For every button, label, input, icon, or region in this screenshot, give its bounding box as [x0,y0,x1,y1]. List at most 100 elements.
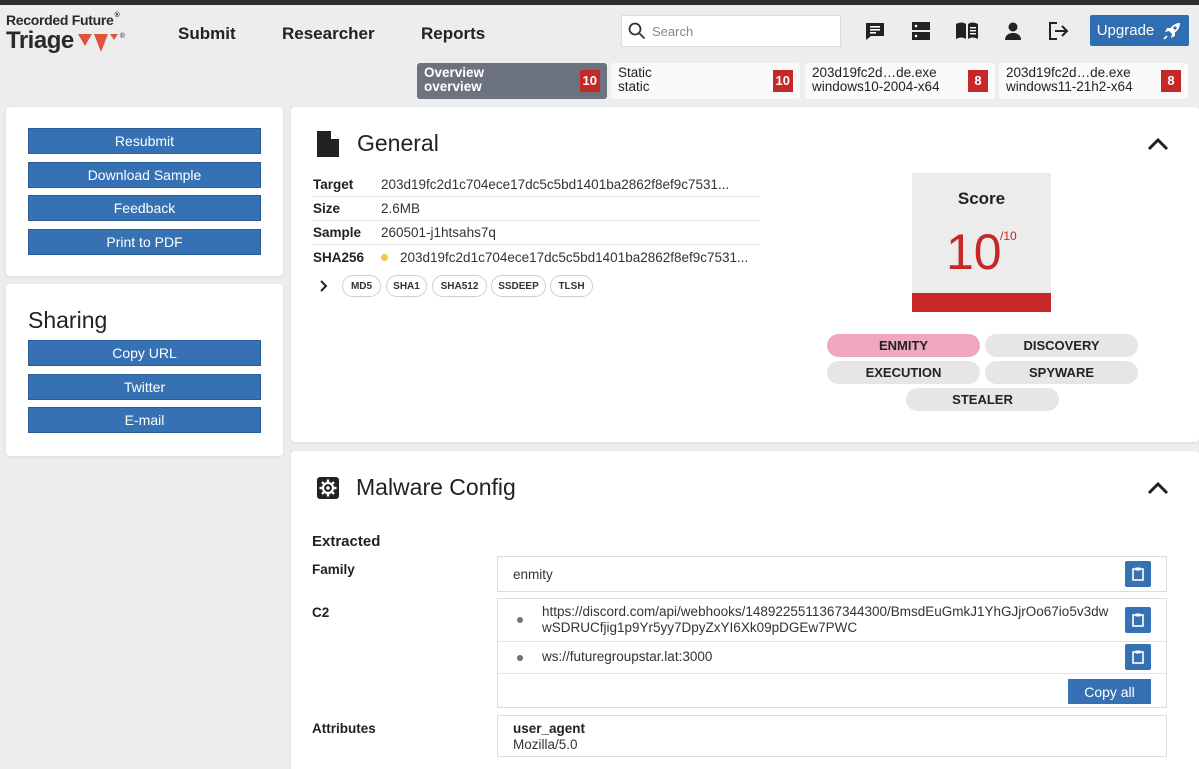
copy-c2-1-button[interactable] [1125,607,1151,633]
score-label: Score [957,189,1006,208]
file-icon [317,130,339,157]
tag-spyware[interactable]: SPYWARE [985,361,1138,384]
score-bar [912,293,1051,312]
search-icon [628,22,646,40]
family-value[interactable]: enmity [513,567,553,583]
attribute-key: user_agent [513,721,586,736]
info-key: Target [313,177,354,192]
copy-url-button[interactable]: Copy URL [28,340,261,366]
nav-submit[interactable]: Submit [178,24,236,44]
c2-label: C2 [312,605,330,620]
rocket-icon [1163,22,1181,40]
tag-stealer[interactable]: STEALER [906,388,1059,411]
feedback-button[interactable]: Feedback [28,195,261,221]
family-label: Family [312,562,355,577]
info-key: SHA256 [313,249,365,265]
info-key: Size [313,201,341,216]
actions-panel: Resubmit Download Sample Feedback Print … [6,107,283,276]
search-input[interactable] [652,23,832,39]
copy-all-button[interactable]: Copy all [1068,679,1151,704]
c2-value-1[interactable]: https://discord.com/api/webhooks/1489225… [542,604,1110,636]
attributes-box: user_agent Mozilla/5.0 [497,715,1167,757]
download-sample-button[interactable]: Download Sample [28,162,261,188]
malware-config-header: Malware Config [316,474,516,501]
general-header: General [317,130,439,157]
tab-subtitle: overview [424,79,482,94]
sharing-panel: Sharing Copy URL Twitter E-mail [6,284,283,456]
logo-registered-mark-2: ® [119,33,125,40]
tab-title: 203d19fc2d…de.exe [812,65,937,80]
tab-title: Static [618,65,652,80]
info-value[interactable]: 203d19fc2d1c704ece17dc5c5bd1401ba2862f8e… [400,250,760,265]
server-icon[interactable] [909,20,933,42]
hash-chip-md5[interactable]: MD5 [342,275,381,297]
resubmit-button[interactable]: Resubmit [28,128,261,154]
nav-reports[interactable]: Reports [421,24,485,44]
expand-hashes-chevron-icon[interactable] [319,280,329,292]
book-icon[interactable] [955,20,979,42]
hash-chip-sha1[interactable]: SHA1 [386,275,427,297]
attributes-label: Attributes [312,721,376,736]
hash-chip-ssdeep[interactable]: SSDEEP [491,275,546,297]
status-dot-icon [381,253,388,261]
logo-line2: Triage [6,27,74,54]
general-title: General [357,130,439,156]
print-to-pdf-button[interactable]: Print to PDF [28,229,261,255]
info-row-target: Target 203d19fc2d1c704ece17dc5c5bd1401ba2… [313,173,760,197]
tag-discovery[interactable]: DISCOVERY [985,334,1138,357]
user-icon[interactable] [1001,20,1025,42]
nav-researcher[interactable]: Researcher [282,24,375,44]
clipboard-icon [1132,613,1144,627]
general-panel [291,107,1199,442]
sharing-title: Sharing [28,307,108,333]
tab-windows10[interactable]: 203d19fc2d…de.exe windows10-2004-x64 8 [805,63,995,99]
clipboard-icon [1132,650,1144,664]
tab-overview[interactable]: Overview overview 10 [417,63,607,99]
email-button[interactable]: E-mail [28,407,261,433]
search-box[interactable] [621,15,841,47]
family-box: enmity [497,556,1167,592]
twitter-button[interactable]: Twitter [28,374,261,400]
score-box: Score 10 /10 [912,173,1051,312]
gear-icon [317,476,339,499]
hash-chip-sha512[interactable]: SHA512 [432,275,487,297]
c2-value-2[interactable]: ws://futuregroupstar.lat:3000 [542,649,712,665]
chat-icon[interactable] [863,20,887,42]
c2-box: https://discord.com/api/webhooks/1489225… [497,598,1167,708]
tab-title: Overview [424,65,485,80]
malware-config-title: Malware Config [356,474,516,500]
c2-divider [498,641,1166,642]
tab-windows11[interactable]: 203d19fc2d…de.exe windows11-21h2-x64 8 [999,63,1188,99]
upgrade-button[interactable]: Upgrade [1090,15,1189,46]
info-value[interactable]: 203d19fc2d1c704ece17dc5c5bd1401ba2862f8e… [381,177,741,192]
tab-subtitle: windows10-2004-x64 [812,79,940,94]
clipboard-icon [1132,567,1144,581]
collapse-chevron-icon[interactable] [1147,137,1169,151]
logout-icon[interactable] [1047,20,1071,42]
tag-enmity[interactable]: ENMITY [827,334,980,357]
info-value: 2.6MB [381,201,421,216]
tab-static[interactable]: Static static 10 [611,63,800,99]
logo[interactable]: Recorded Future ® Triage ® [6,12,136,58]
tab-subtitle: windows11-21h2-x64 [1006,79,1133,94]
tag-execution[interactable]: EXECUTION [827,361,980,384]
score-badge: 8 [968,70,988,92]
info-row-sample: Sample 260501-j1htsahs7q [313,221,760,245]
copy-c2-2-button[interactable] [1125,644,1151,670]
tab-title: 203d19fc2d…de.exe [1006,65,1131,80]
logo-line1: Recorded Future [6,12,114,28]
attribute-value[interactable]: Mozilla/5.0 [513,737,578,753]
extracted-heading: Extracted [312,533,381,550]
info-value[interactable]: 260501-j1htsahs7q [381,225,741,240]
collapse-chevron-icon[interactable] [1147,481,1169,495]
info-key: Sample [313,225,362,240]
list-bullet [517,617,523,623]
score-value: 10 [946,224,1002,280]
copy-family-button[interactable] [1125,561,1151,587]
top-border [0,0,1199,5]
upgrade-label: Upgrade [1096,22,1155,39]
info-row-size: Size 2.6MB [313,197,760,221]
hash-chip-tlsh[interactable]: TLSH [550,275,593,297]
logo-registered-mark: ® [114,12,120,19]
score-badge: 8 [1161,70,1181,92]
